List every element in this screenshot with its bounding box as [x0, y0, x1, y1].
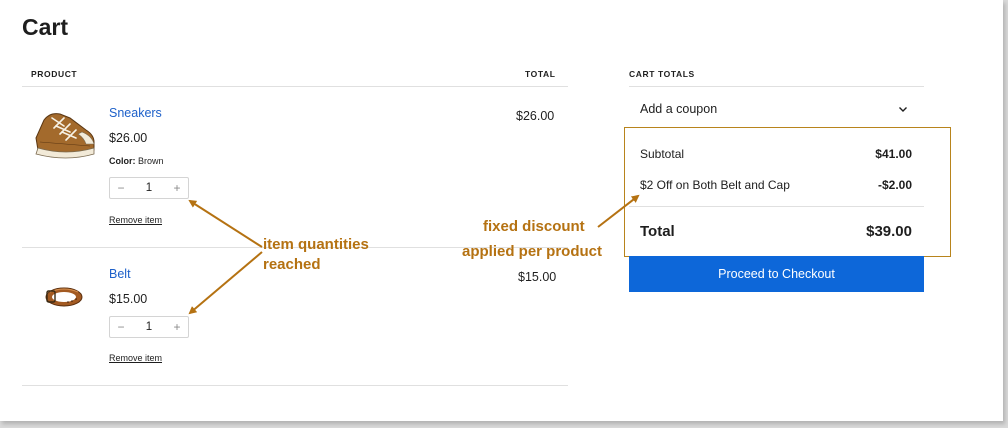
arrow-to-sneaker-quantity — [188, 199, 263, 248]
cart-page: Cart PRODUCT TOTAL Sneakers $26.00 Color… — [0, 0, 1003, 421]
arrow-to-belt-quantity — [188, 251, 263, 315]
arrow-to-discount-row — [597, 194, 640, 228]
annotation-arrows — [188, 194, 640, 315]
